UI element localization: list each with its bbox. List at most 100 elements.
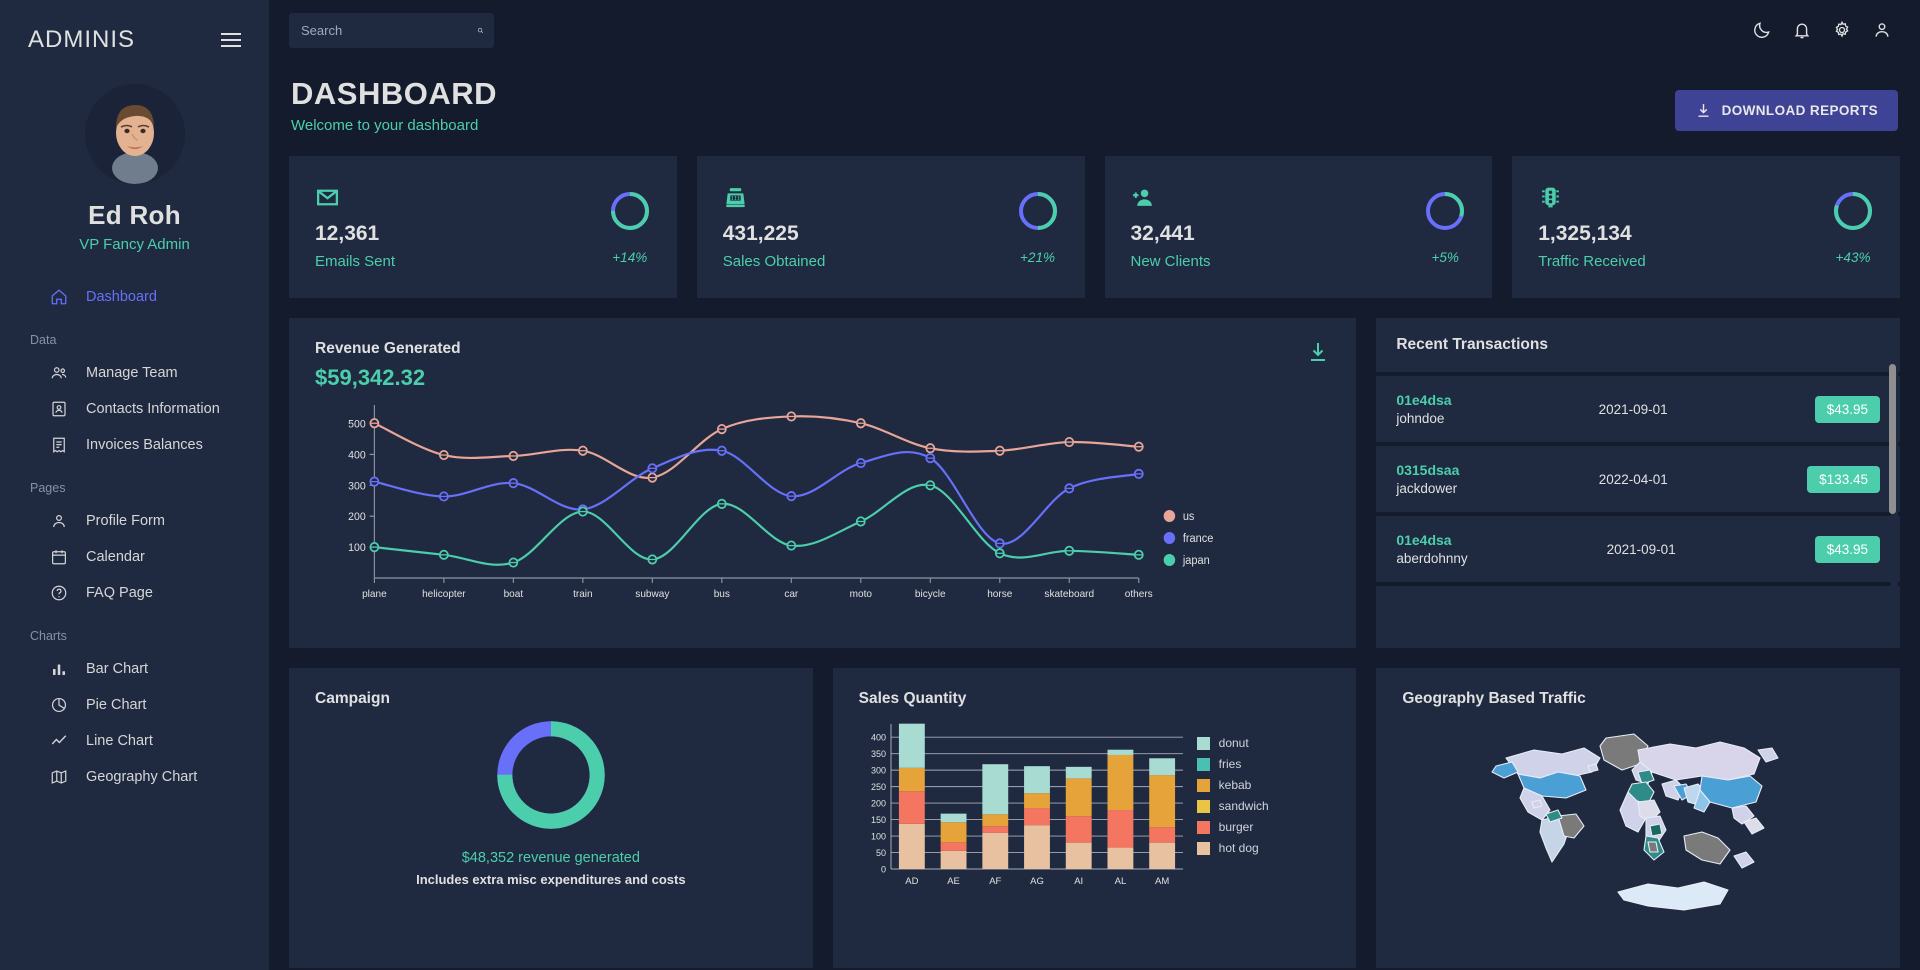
svg-text:helicopter: helicopter — [422, 589, 466, 600]
search-input[interactable] — [301, 22, 477, 38]
transaction-cost: $133.45 — [1807, 465, 1880, 493]
transaction-id: 0315dsaa — [1396, 462, 1460, 478]
topbar — [289, 0, 1900, 52]
transaction-id: 01e4dsa — [1396, 392, 1452, 408]
svg-text:boat: boat — [504, 589, 524, 600]
stat-increase: +14% — [612, 249, 648, 265]
table-row[interactable]: 0315dsaa jackdower 2022-04-01 $133.45 — [1376, 446, 1900, 516]
download-reports-button[interactable]: DOWNLOAD REPORTS — [1674, 90, 1898, 131]
progress-ring — [1426, 191, 1465, 230]
legend-item: hot dog — [1196, 841, 1269, 855]
search-icon[interactable] — [477, 22, 484, 39]
sidebar-item-pie-chart[interactable]: Pie Chart — [0, 687, 269, 723]
legend-item: burger — [1196, 820, 1269, 834]
sidebar: ADMINIS Ed Roh VP Fancy Admin Dashboard … — [0, 0, 269, 970]
legend-swatch — [1196, 736, 1210, 750]
sidebar-item-bar-chart[interactable]: Bar Chart — [0, 651, 269, 687]
svg-text:0: 0 — [881, 865, 886, 875]
legend-swatch — [1196, 841, 1210, 855]
sidebar-item-invoices-balances[interactable]: Invoices Balances — [0, 427, 269, 463]
notifications-icon[interactable] — [1792, 20, 1812, 40]
sidebar-item-label: Invoices Balances — [86, 437, 203, 453]
settings-icon[interactable] — [1832, 20, 1852, 40]
transaction-id: 01e4dsa — [1396, 532, 1452, 548]
page-title: DASHBOARD — [291, 76, 497, 111]
svg-text:AI: AI — [1074, 876, 1083, 887]
transaction-user: aberdohnny — [1396, 551, 1468, 566]
legend-label: sandwich — [1218, 799, 1269, 813]
dark-mode-icon[interactable] — [1752, 20, 1772, 40]
sidebar-item-manage-team[interactable]: Manage Team — [0, 355, 269, 391]
table-row[interactable]: 01e4dsa johndoe 2021-09-01 $43.95 — [1376, 376, 1900, 446]
world-map — [1491, 733, 1779, 911]
sidebar-item-label: Pie Chart — [86, 697, 147, 713]
hamburger-icon[interactable] — [221, 33, 241, 47]
sidebar-item-dashboard[interactable]: Dashboard — [0, 279, 269, 315]
search-box[interactable] — [289, 12, 494, 48]
bar-chart-icon — [53, 664, 65, 675]
legend-item: sandwich — [1196, 799, 1269, 813]
traffic-icon — [1542, 187, 1560, 207]
scrollbar-thumb[interactable] — [1889, 364, 1896, 514]
person-icon[interactable] — [1872, 20, 1892, 40]
stat-increase: +43% — [1835, 249, 1871, 265]
revenue-amount: $59,342.32 — [315, 365, 426, 390]
stat-title: Traffic Received — [1538, 252, 1646, 270]
table-row[interactable]: 01e4dsa aberdohnny 2021-09-01 $43.95 — [1376, 516, 1900, 586]
main-content: DASHBOARD Welcome to your dashboard DOWN… — [269, 0, 1920, 970]
svg-text:subway: subway — [635, 589, 670, 600]
avatar — [84, 84, 185, 184]
stat-value: 1,325,134 — [1538, 221, 1632, 245]
sidebar-item-contacts-information[interactable]: Contacts Information — [0, 391, 269, 427]
calendar-icon — [52, 550, 66, 565]
topbar-icons — [1752, 20, 1900, 40]
download-icon[interactable] — [1306, 340, 1330, 364]
stat-title: Emails Sent — [315, 252, 396, 270]
legend-label: fries — [1218, 757, 1242, 771]
svg-text:50: 50 — [876, 848, 886, 858]
sidebar-item-profile-form[interactable]: Profile Form — [0, 503, 269, 539]
scrollbar-track[interactable] — [1889, 318, 1898, 648]
line-chart-icon — [51, 735, 67, 745]
point-of-sale-icon — [725, 187, 745, 207]
help-icon — [51, 585, 67, 601]
profile-role: VP Fancy Admin — [79, 236, 190, 253]
sidebar-item-label: Manage Team — [86, 365, 178, 381]
sidebar-item-calendar[interactable]: Calendar — [0, 539, 269, 575]
svg-text:AF: AF — [989, 876, 1001, 887]
legend-swatch — [1196, 820, 1210, 834]
campaign-donut-chart — [497, 721, 605, 829]
sidebar-item-geography-chart[interactable]: Geography Chart — [0, 759, 269, 795]
stat-value: 32,441 — [1130, 221, 1195, 245]
stat-increase: +5% — [1431, 249, 1459, 265]
sidebar-item-label: Dashboard — [86, 289, 157, 305]
profile-block: Ed Roh VP Fancy Admin — [0, 84, 269, 253]
dashboard-app: ADMINIS Ed Roh VP Fancy Admin Dashboard … — [0, 0, 1920, 970]
sidebar-section-charts: Charts — [30, 629, 67, 643]
stat-card-emails-sent: 12,361 Emails Sent +14% — [289, 156, 677, 298]
stat-value: 431,225 — [722, 221, 799, 245]
svg-text:AE: AE — [947, 876, 960, 887]
transaction-date: 2022-04-01 — [1598, 471, 1668, 487]
svg-text:japan: japan — [1182, 555, 1210, 567]
sidebar-item-label: Geography Chart — [86, 769, 198, 785]
svg-text:200: 200 — [871, 799, 886, 809]
transaction-cost: $43.95 — [1814, 535, 1880, 563]
sidebar-item-line-chart[interactable]: Line Chart — [0, 723, 269, 759]
receipt-icon — [53, 437, 65, 453]
sales-quantity-card: Sales Quantity 0 50 100 150 200 250 300 350 400 A… — [832, 668, 1357, 968]
svg-text:150: 150 — [871, 815, 886, 825]
svg-text:plane: plane — [362, 589, 387, 600]
person-add-icon — [1132, 189, 1152, 206]
transaction-cost: $43.95 — [1814, 395, 1880, 423]
dashboard-grid: 12,361 Emails Sent +14% 431,225 Sales Ob… — [289, 156, 1900, 968]
recent-transactions-panel: Recent Transactions 01e4dsa johndoe 2021… — [1376, 318, 1900, 648]
sidebar-item-faq-page[interactable]: FAQ Page — [0, 575, 269, 611]
people-icon — [51, 367, 67, 379]
svg-text:400: 400 — [348, 449, 366, 461]
svg-text:250: 250 — [871, 782, 886, 792]
svg-text:100: 100 — [871, 832, 886, 842]
transactions-title: Recent Transactions — [1376, 318, 1900, 376]
profile-name: Ed Roh — [88, 200, 181, 230]
stat-increase: +21% — [1020, 249, 1055, 265]
